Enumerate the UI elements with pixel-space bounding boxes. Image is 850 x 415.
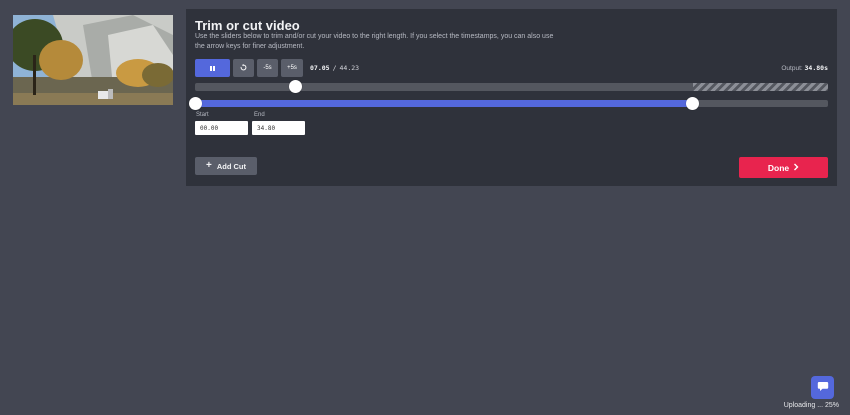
start-time-input[interactable]: [195, 121, 248, 135]
trim-selected-range: [195, 100, 693, 107]
trim-end-handle[interactable]: [686, 97, 699, 110]
output-value: 34.80s: [804, 64, 828, 72]
end-time-input[interactable]: [252, 121, 305, 135]
chat-bubble-icon: [817, 379, 829, 397]
time-separator: /: [332, 64, 337, 72]
add-cut-label: Add Cut: [216, 161, 246, 171]
restart-button[interactable]: [233, 59, 254, 77]
start-label: Start: [196, 112, 209, 118]
pause-icon: [210, 65, 215, 71]
video-thumbnail: [13, 15, 173, 105]
output-label: Output:: [781, 65, 803, 72]
editor-description: Use the sliders below to trim and/or cut…: [195, 33, 554, 50]
trim-editor-panel: Trim or cut video Use the sliders below …: [186, 9, 837, 186]
output-duration: Output: 34.80s: [781, 64, 828, 72]
pause-button[interactable]: [195, 59, 230, 77]
upload-status: Uploading ... 25%: [783, 402, 839, 409]
total-time: 44.23: [339, 64, 360, 72]
forward-5s-button[interactable]: +5s: [281, 59, 303, 77]
plus-icon: +: [205, 160, 212, 171]
excluded-region: [693, 83, 828, 91]
editor-title: Trim or cut video: [195, 18, 300, 33]
playback-handle[interactable]: [289, 80, 302, 93]
restart-icon: [240, 63, 247, 73]
timecode: 07.05/44.23: [310, 64, 359, 72]
chat-button[interactable]: [811, 376, 834, 399]
rewind-5s-button[interactable]: -5s: [257, 59, 278, 77]
current-time: 07.05: [310, 64, 330, 72]
trim-start-handle[interactable]: [189, 97, 202, 110]
done-label: Done: [767, 162, 790, 173]
done-button[interactable]: Done: [739, 157, 828, 178]
add-cut-button[interactable]: + Add Cut: [195, 157, 257, 175]
end-label: End: [254, 112, 265, 118]
chevron-right-icon: [793, 163, 799, 173]
